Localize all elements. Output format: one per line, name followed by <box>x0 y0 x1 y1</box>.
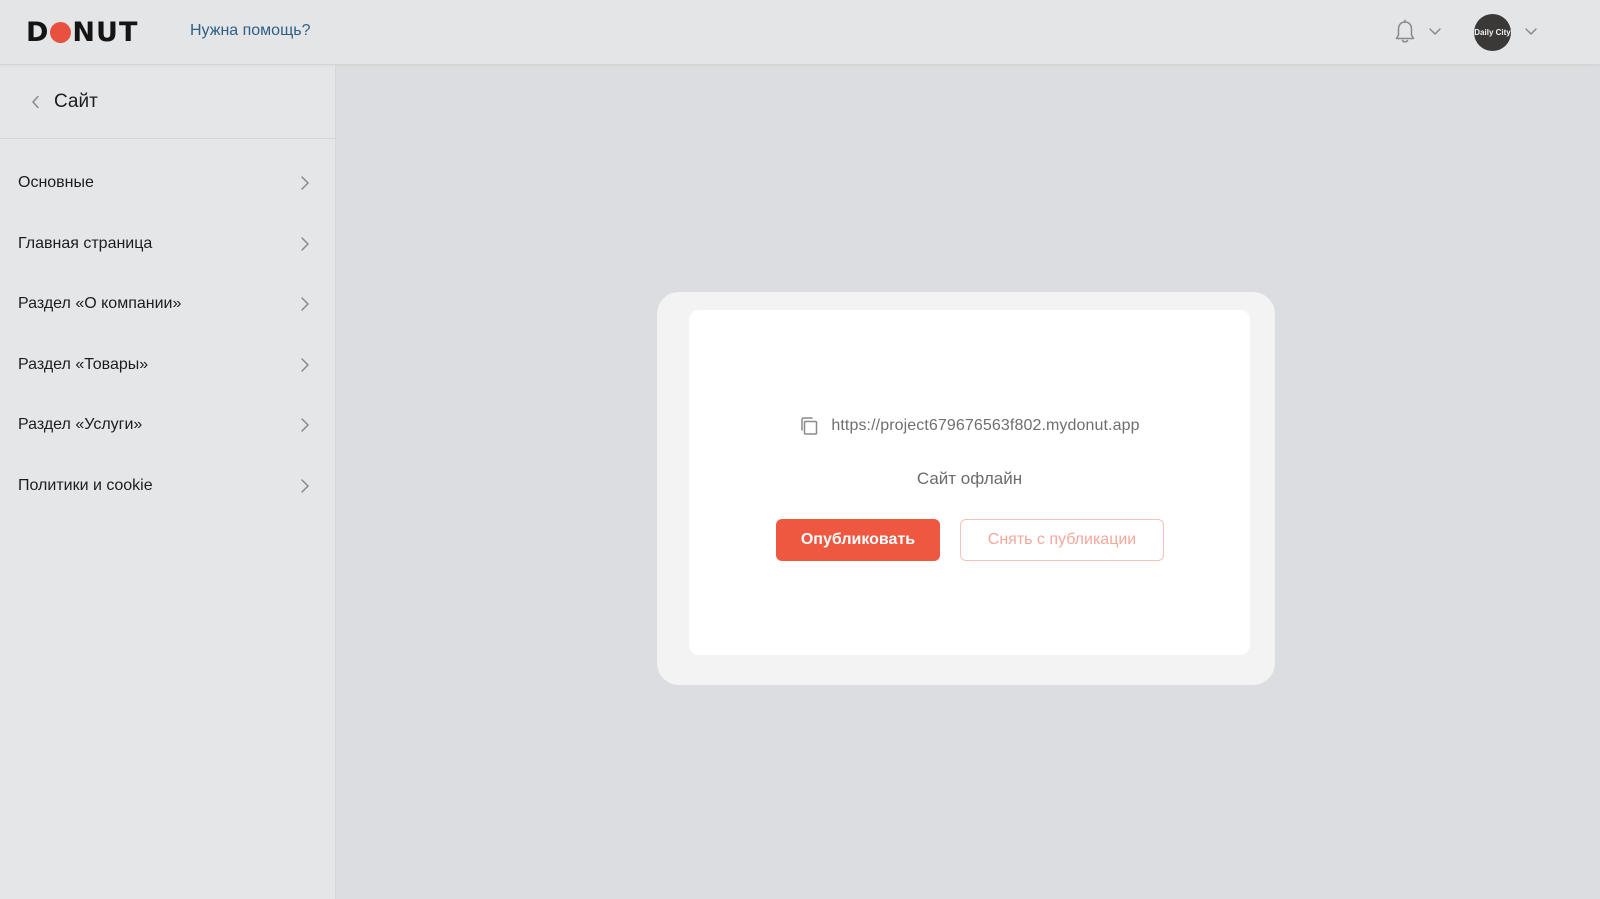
help-link[interactable]: Нужна помощь? <box>190 22 310 40</box>
sidebar-item-label: Раздел «Товары» <box>18 355 149 373</box>
sidebar: Сайт Основные Главная страница Раздел «О… <box>0 65 336 899</box>
sidebar-header[interactable]: Сайт <box>0 65 335 139</box>
sidebar-item-policies[interactable]: Политики и cookie <box>0 456 335 517</box>
sidebar-title: Сайт <box>54 90 98 112</box>
sidebar-item-label: Раздел «Услуги» <box>18 416 143 434</box>
chevron-right-icon <box>301 418 309 432</box>
site-url[interactable]: https://project679676563f802.mydonut.app <box>831 417 1139 435</box>
chevron-right-icon <box>301 297 309 311</box>
sidebar-item-home-page[interactable]: Главная страница <box>0 214 335 275</box>
sidebar-item-services[interactable]: Раздел «Услуги» <box>0 395 335 456</box>
sidebar-item-label: Политики и cookie <box>18 476 153 494</box>
chevron-left-icon[interactable] <box>30 95 42 109</box>
bell-icon[interactable] <box>1394 19 1416 45</box>
sidebar-item-label: Раздел «О компании» <box>18 295 182 313</box>
sidebar-item-basics[interactable]: Основные <box>0 153 335 214</box>
sidebar-menu: Основные Главная страница Раздел «О комп… <box>0 153 335 516</box>
chevron-right-icon <box>301 358 309 372</box>
unpublish-button[interactable]: Снять с публикации <box>960 519 1164 561</box>
avatar[interactable]: Daily City <box>1474 14 1511 51</box>
site-url-row: https://project679676563f802.mydonut.app <box>689 416 1250 436</box>
publish-button[interactable]: Опубликовать <box>776 519 940 561</box>
publish-card: https://project679676563f802.mydonut.app… <box>657 292 1275 685</box>
chevron-right-icon <box>301 479 309 493</box>
sidebar-item-products[interactable]: Раздел «Товары» <box>0 335 335 396</box>
sidebar-item-label: Основные <box>18 174 94 192</box>
logo-dot <box>50 21 72 43</box>
avatar-label: Daily City <box>1474 27 1511 37</box>
chevron-down-icon[interactable] <box>1524 27 1538 37</box>
chevron-down-icon[interactable] <box>1428 27 1442 37</box>
donut-logo[interactable]: D NUT <box>26 17 138 48</box>
sidebar-item-about[interactable]: Раздел «О компании» <box>0 274 335 335</box>
site-status: Сайт офлайн <box>916 469 1023 488</box>
sidebar-item-label: Главная страница <box>18 234 153 252</box>
chevron-right-icon <box>301 176 309 190</box>
top-bar: D NUT Нужна помощь? Daily City <box>0 0 1600 65</box>
copy-icon[interactable] <box>799 416 819 436</box>
publish-card-body: https://project679676563f802.mydonut.app… <box>689 310 1250 655</box>
chevron-right-icon <box>301 237 309 251</box>
